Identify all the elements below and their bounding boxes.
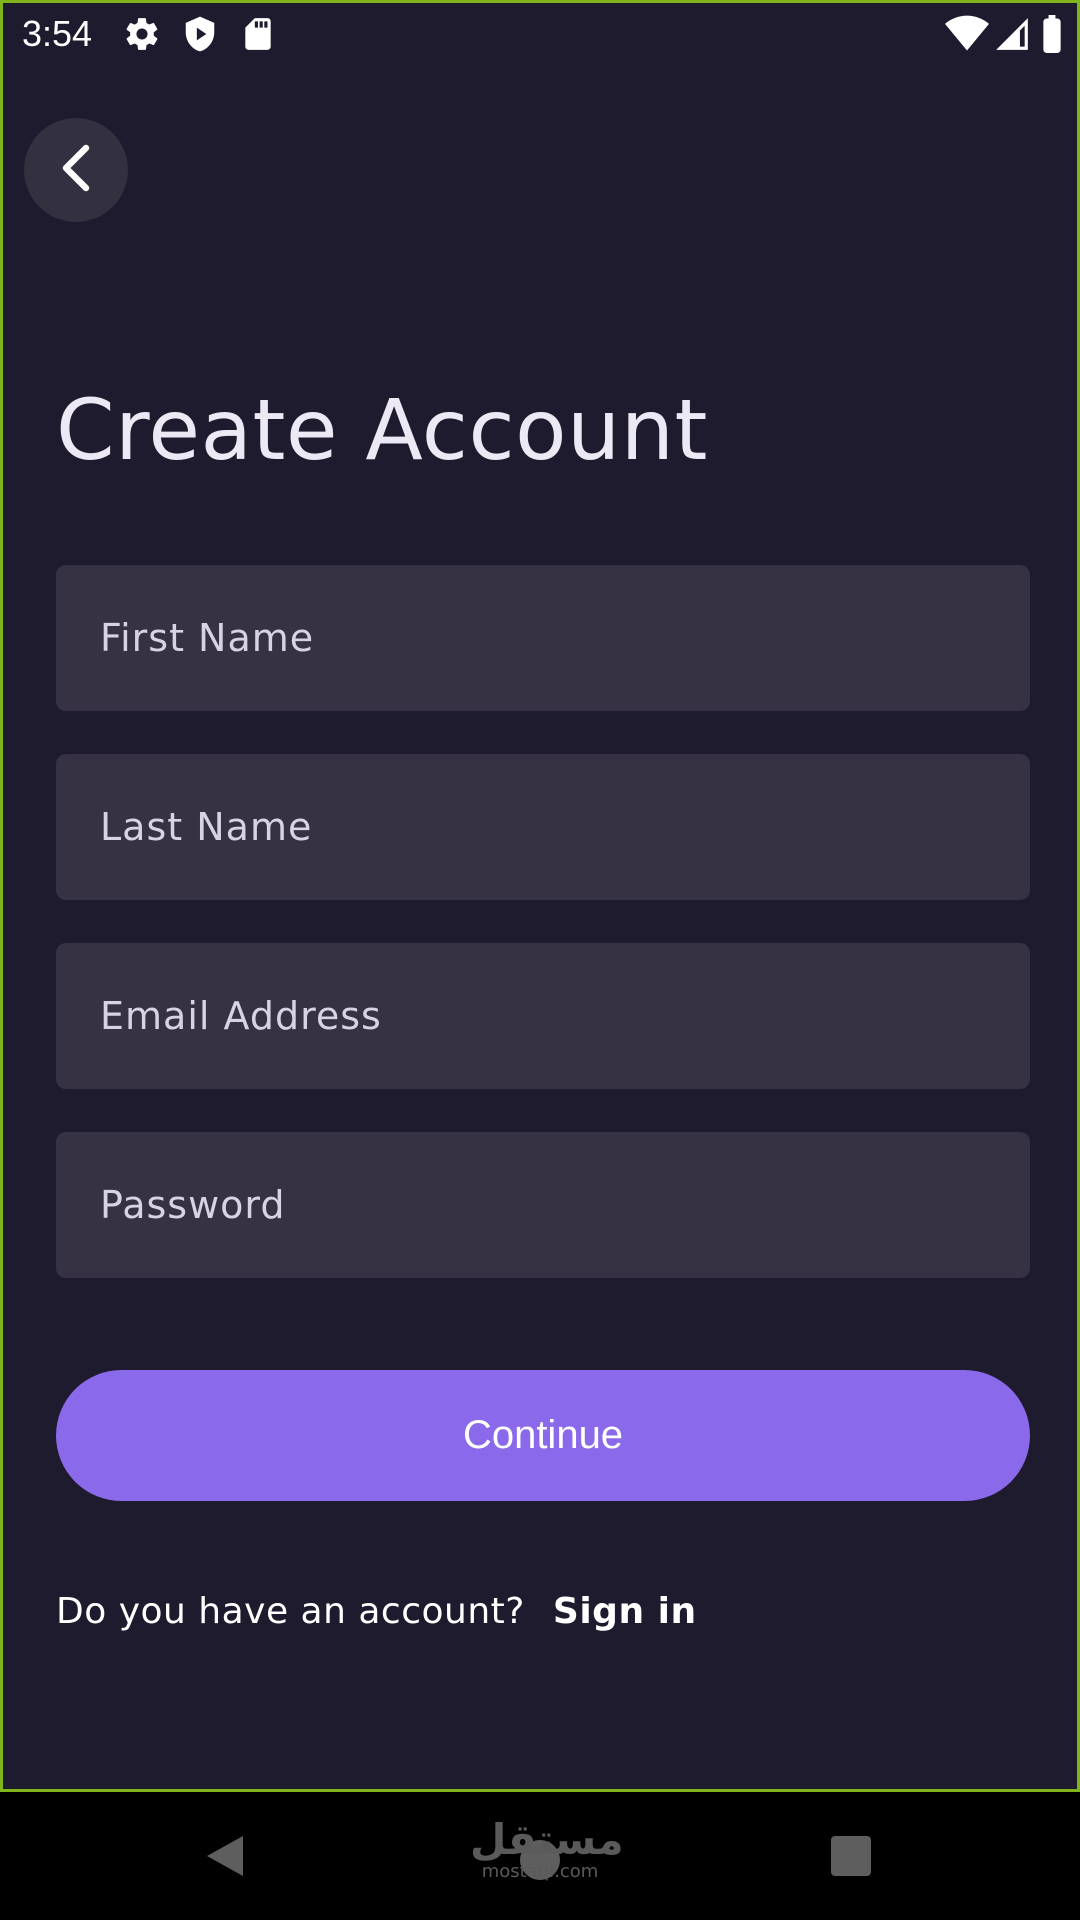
gear-icon [123,15,161,53]
status-time: 3:54 [22,13,93,54]
shield-icon [181,15,219,53]
last-name-field[interactable] [56,754,1030,900]
continue-button[interactable]: Continue [56,1370,1030,1501]
sd-card-icon [239,15,277,53]
back-button[interactable] [24,118,128,222]
page-title: Create Account [56,381,708,479]
password-field[interactable] [56,1132,1030,1278]
signal-icon [993,15,1031,53]
signin-prompt-text: Do you have an account? [56,1591,525,1632]
chevron-left-icon [56,144,96,197]
watermark: مستقل mostaql.com [470,1815,624,1882]
watermark-logo-text: مستقل [470,1815,624,1864]
app-screen: 3:54 Create Account Continue Do you have… [0,0,1080,1792]
signin-prompt-row: Do you have an account? Sign in [56,1591,697,1632]
back-triangle-icon[interactable] [203,1832,247,1885]
wifi-icon [945,15,989,53]
first-name-field[interactable] [56,565,1030,711]
status-bar: 3:54 [3,3,1077,67]
signin-link[interactable]: Sign in [553,1591,697,1632]
battery-icon [1039,15,1065,53]
watermark-url: mostaql.com [481,1861,599,1882]
recents-square-icon[interactable] [829,1834,873,1883]
email-field[interactable] [56,943,1030,1089]
